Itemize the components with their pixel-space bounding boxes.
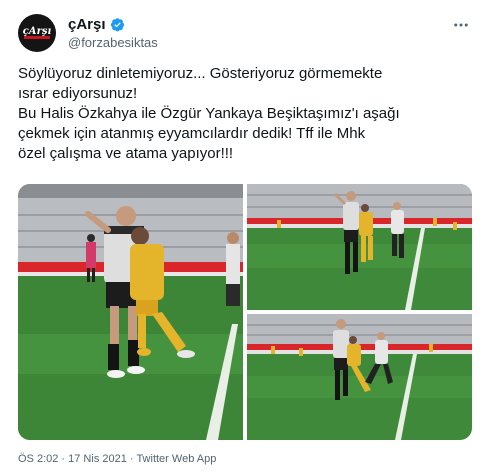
meta-separator: · [126,453,137,465]
display-name-row: çArşı [68,15,158,33]
tweet-text: Söylüyoruz dinletemiyoruz... Gösteriyoru… [18,64,478,164]
meta-separator: · [58,453,69,465]
tweet-time[interactable]: ÖS 2:02 [18,453,58,465]
tweet-date[interactable]: 17 Nis 2021 [68,453,127,465]
tweet-source: Twitter Web App [136,453,217,465]
tweet-meta: ÖS 2:02 · 17 Nis 2021 · Twitter Web App [18,453,216,465]
tweet-card[interactable]: çArşı çArşı @forzabesiktas Söylüyoruz di… [0,0,488,476]
avatar-logo-mark [24,36,50,39]
tweet-text-line: çekmek için atanmış eyyamcılardır dedik!… [18,125,366,142]
tweet-text-line: ısrar ediyorsunuz! [18,85,138,102]
match-photo-main[interactable] [18,184,243,440]
tweet-text-line: Bu Halis Özkahya ile Özgür Yankaya Beşik… [18,105,400,122]
verified-badge-icon [110,17,124,31]
tweet-header: çArşı çArşı @forzabesiktas [18,14,472,54]
more-horizontal-icon[interactable] [452,16,470,34]
match-photo-bottom-right[interactable] [247,314,472,440]
tweet-text-line: Söylüyoruz dinletemiyoruz... Gösteriyoru… [18,65,383,82]
author-names: çArşı @forzabesiktas [68,15,158,51]
handle[interactable]: @forzabesiktas [68,35,158,50]
avatar[interactable]: çArşı [18,14,56,52]
match-photo-top-right[interactable] [247,184,472,310]
media-grid [18,184,472,440]
tweet-text-line: özel çalışma ve atama yapıyor!!! [18,145,234,162]
display-name[interactable]: çArşı [68,16,106,33]
